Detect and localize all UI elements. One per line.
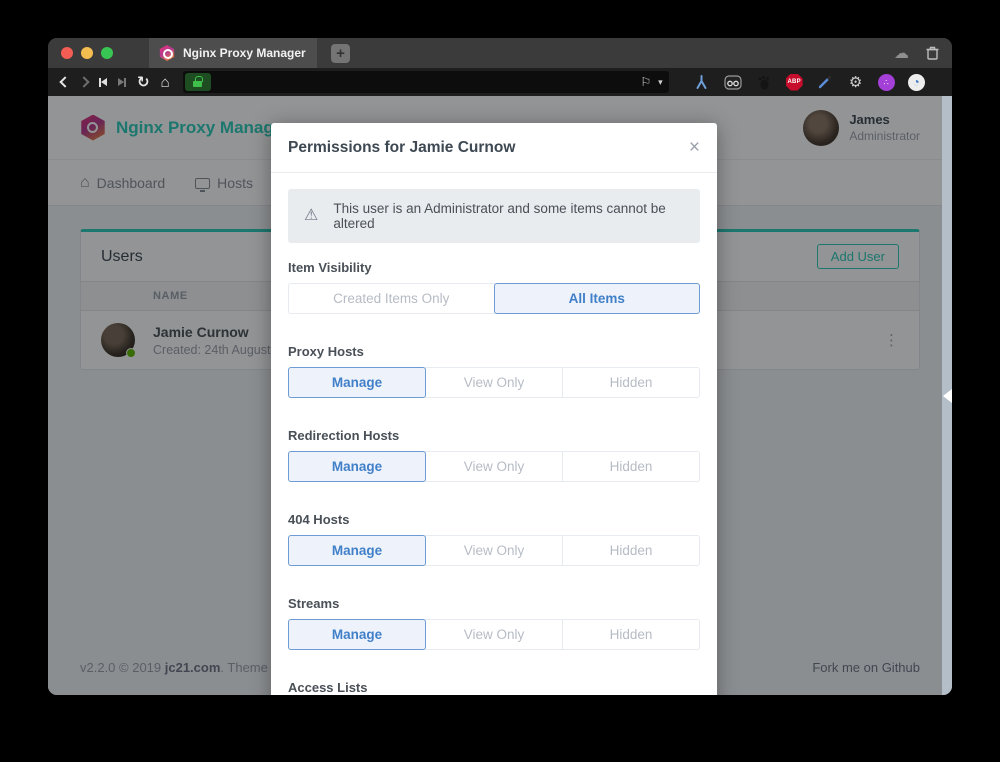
browser-toolbar: ↻ ⌂ ⚐ ▾ ABP ⚙ ∴ ◔: [48, 68, 952, 96]
bookmark-caret-icon[interactable]: ▾: [658, 78, 663, 87]
modal-title: Permissions for Jamie Curnow: [288, 139, 515, 157]
perm-section-404-hosts: 404 Hosts Manage View Only Hidden: [288, 512, 700, 566]
browser-window: Nginx Proxy Manager + ☁ ↻ ⌂ ⚐ ▾: [48, 38, 952, 695]
perm-section-access-lists: Access Lists Manage View Only Hidden: [288, 680, 700, 695]
proxy-hosts-hidden[interactable]: Hidden: [562, 367, 700, 398]
gear-extension-icon[interactable]: ⚙: [847, 73, 865, 91]
forward-button[interactable]: [78, 76, 89, 87]
redirection-hosts-manage[interactable]: Manage: [288, 451, 426, 482]
404-hosts-view-only[interactable]: View Only: [425, 535, 563, 566]
minimize-window-button[interactable]: [81, 47, 93, 59]
home-button[interactable]: ⌂: [161, 75, 170, 90]
close-icon[interactable]: ×: [689, 138, 700, 157]
redirection-hosts-hidden[interactable]: Hidden: [562, 451, 700, 482]
adblock-plus-extension-icon[interactable]: ABP: [786, 74, 803, 91]
goggles-extension-icon[interactable]: [724, 73, 742, 91]
redirection-hosts-view-only[interactable]: View Only: [425, 451, 563, 482]
option-created-items-only[interactable]: Created Items Only: [288, 283, 495, 314]
purple-extension-icon[interactable]: ∴: [878, 74, 895, 91]
warning-icon: ⚠: [304, 208, 318, 224]
rewind-button[interactable]: [99, 78, 107, 87]
item-visibility-group: Created Items Only All Items: [288, 283, 700, 314]
address-bar[interactable]: ⚐ ▾: [183, 71, 669, 93]
item-visibility-label: Item Visibility: [288, 260, 700, 275]
404-hosts-manage[interactable]: Manage: [288, 535, 426, 566]
browser-tab-bar: Nginx Proxy Manager + ☁: [48, 38, 952, 68]
streams-view-only[interactable]: View Only: [425, 619, 563, 650]
back-button[interactable]: [59, 76, 70, 87]
sync-cloud-icon[interactable]: ☁: [894, 46, 909, 61]
perm-section-proxy-hosts: Proxy Hosts Manage View Only Hidden: [288, 344, 700, 398]
window-controls: [48, 38, 127, 68]
new-tab-button[interactable]: +: [331, 44, 350, 63]
ssl-lock-icon[interactable]: [185, 73, 211, 91]
close-window-button[interactable]: [61, 47, 73, 59]
proxy-hosts-manage[interactable]: Manage: [288, 367, 426, 398]
admin-alert-text: This user is an Administrator and some i…: [333, 201, 684, 231]
tab-title: Nginx Proxy Manager: [183, 46, 306, 60]
perm-section-redirection-hosts: Redirection Hosts Manage View Only Hidde…: [288, 428, 700, 482]
bookmark-flag-icon[interactable]: ⚐: [640, 76, 651, 88]
extension-icons: ABP ⚙ ∴ ◔: [693, 73, 925, 91]
maximize-window-button[interactable]: [101, 47, 113, 59]
reload-button[interactable]: ↻: [137, 75, 150, 90]
wishbone-extension-icon[interactable]: [693, 73, 711, 91]
speedtest-extension-icon[interactable]: ◔: [908, 74, 925, 91]
browser-tab[interactable]: Nginx Proxy Manager: [149, 38, 317, 68]
panel-toggle-arrow-icon[interactable]: [943, 389, 952, 403]
pen-extension-icon[interactable]: [816, 73, 834, 91]
permissions-modal: Permissions for Jamie Curnow × ⚠ This us…: [271, 123, 717, 695]
option-all-items[interactable]: All Items: [494, 283, 701, 314]
perm-section-streams: Streams Manage View Only Hidden: [288, 596, 700, 650]
page-content: Nginx Proxy Manager James Administrator …: [48, 96, 952, 695]
closed-tabs-trash-icon[interactable]: [926, 46, 939, 60]
404-hosts-hidden[interactable]: Hidden: [562, 535, 700, 566]
proxy-hosts-view-only[interactable]: View Only: [425, 367, 563, 398]
npm-favicon-icon: [159, 45, 175, 61]
streams-hidden[interactable]: Hidden: [562, 619, 700, 650]
streams-manage[interactable]: Manage: [288, 619, 426, 650]
gnome-foot-extension-icon[interactable]: [755, 73, 773, 91]
admin-alert: ⚠ This user is an Administrator and some…: [288, 189, 700, 243]
fast-forward-button[interactable]: [118, 78, 126, 87]
